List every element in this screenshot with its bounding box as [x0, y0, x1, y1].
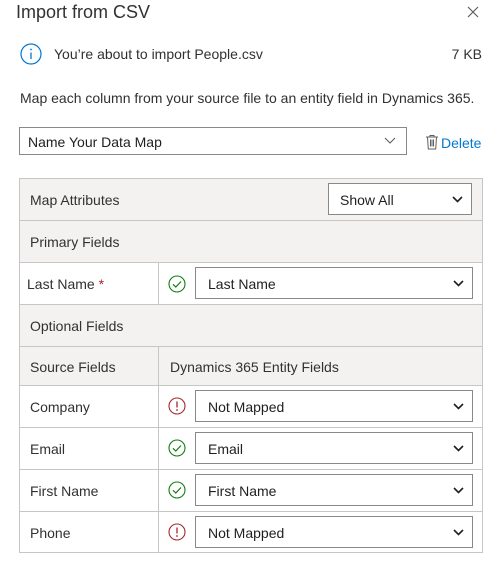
chevron-down-icon	[453, 445, 464, 452]
error-circle-icon	[168, 523, 186, 541]
source-field: Email	[30, 441, 66, 457]
target-field-value: Last Name	[208, 276, 276, 292]
info-icon	[20, 43, 42, 65]
target-field-dropdown[interactable]: Not Mapped	[195, 390, 473, 422]
target-field-dropdown[interactable]: Email	[195, 432, 473, 464]
source-field: First Name	[30, 483, 99, 499]
table-row: Phone Not Mapped	[20, 512, 482, 552]
file-size: 7 KB	[451, 46, 482, 62]
target-field-value: Not Mapped	[208, 399, 285, 415]
column-headers: Source Fields Dynamics 365 Entity Fields	[20, 347, 482, 385]
target-field-value: Not Mapped	[208, 525, 285, 541]
chevron-down-icon	[453, 529, 464, 536]
data-map-value: Name Your Data Map	[28, 134, 162, 150]
optional-fields-header: Optional Fields	[20, 305, 482, 346]
primary-fields-label: Primary Fields	[30, 234, 120, 250]
dialog-title: Import from CSV	[16, 2, 151, 22]
source-field: Phone	[30, 525, 71, 541]
info-message: You’re about to import People.csv	[54, 46, 263, 62]
chevron-down-icon	[384, 137, 396, 144]
data-map-dropdown[interactable]: Name Your Data Map	[19, 127, 407, 155]
table-row: Last Name * Last Name	[20, 263, 482, 304]
checkmark-circle-icon	[168, 481, 186, 499]
source-field: Last Name *	[27, 276, 105, 292]
col-entity-fields: Dynamics 365 Entity Fields	[170, 359, 339, 375]
mapping-grid: Map Attributes Show All Primary Fields L…	[19, 178, 483, 553]
chevron-down-icon	[453, 487, 464, 494]
optional-fields-label: Optional Fields	[30, 318, 124, 334]
map-attributes-label: Map Attributes	[30, 192, 120, 208]
chevron-down-icon	[452, 196, 463, 203]
chevron-down-icon	[453, 403, 464, 410]
checkmark-circle-icon	[168, 439, 186, 457]
required-marker: *	[98, 276, 105, 292]
delete-label: Delete	[441, 135, 482, 151]
table-row: Company Not Mapped	[20, 386, 482, 427]
col-source-fields: Source Fields	[30, 359, 116, 375]
filter-dropdown[interactable]: Show All	[328, 183, 472, 215]
target-field-value: Email	[208, 441, 244, 457]
table-row: First Name First Name	[20, 470, 482, 511]
table-row: Email Email	[20, 428, 482, 469]
error-circle-icon	[168, 397, 186, 415]
target-field-dropdown[interactable]: Last Name	[195, 267, 473, 299]
source-field: Company	[30, 399, 90, 415]
trash-icon	[426, 135, 438, 150]
filter-value: Show All	[340, 192, 394, 208]
target-field-dropdown[interactable]: Not Mapped	[195, 516, 473, 548]
target-field-dropdown[interactable]: First Name	[195, 474, 473, 506]
checkmark-circle-icon	[168, 275, 186, 293]
map-attributes-row: Map Attributes Show All	[20, 179, 482, 220]
close-icon[interactable]	[464, 3, 482, 21]
description: Map each column from your source file to…	[20, 90, 475, 106]
target-field-value: First Name	[208, 483, 277, 499]
chevron-down-icon	[453, 280, 464, 287]
primary-fields-header: Primary Fields	[20, 221, 482, 262]
